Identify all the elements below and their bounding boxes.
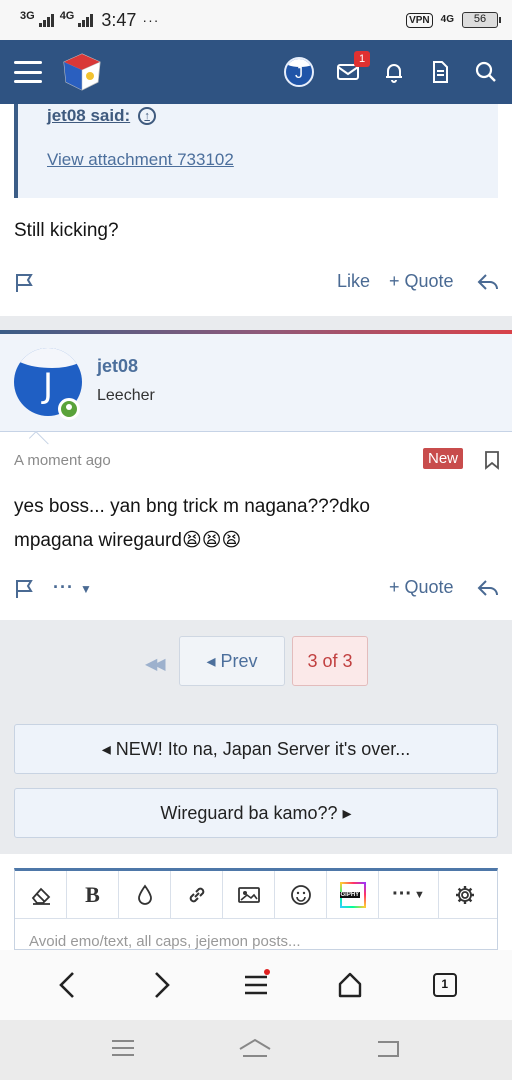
reply-area: B GIPHY ··· ▼ Avoid emo/text, all caps, …	[0, 854, 512, 950]
quote-button[interactable]: + Quote	[389, 271, 454, 292]
system-home-icon[interactable]	[237, 1037, 273, 1064]
online-status-icon	[58, 398, 80, 420]
reply-editor: B GIPHY ··· ▼ Avoid emo/text, all caps, …	[14, 868, 498, 950]
post-gap	[0, 316, 512, 330]
app-header: J 1	[0, 40, 512, 104]
thread-content[interactable]: jet08 said: ↑ View attachment 733102 Sti…	[0, 104, 512, 950]
home-icon[interactable]	[332, 967, 368, 1003]
like-button[interactable]: Like	[337, 271, 370, 292]
avatar-letter: J	[42, 366, 54, 406]
attachment-link[interactable]: View attachment 733102	[47, 150, 234, 170]
reply-icon[interactable]	[476, 576, 500, 600]
data-indicator: 4G	[440, 14, 454, 25]
smilie-icon[interactable]	[275, 870, 327, 919]
whats-new-icon[interactable]	[428, 60, 452, 84]
status-bar: 3G 4G 3:47 ··· VPN 4G 56	[0, 0, 512, 40]
clock: 3:47	[101, 9, 137, 30]
post-2-user-title: Leecher	[97, 387, 155, 404]
search-icon[interactable]	[474, 60, 498, 84]
signal-icon	[38, 13, 54, 27]
new-badge: New	[423, 448, 464, 469]
next-thread-link[interactable]: Wireguard ba kamo?? ▸	[14, 788, 498, 838]
site-logo[interactable]	[60, 50, 104, 94]
bold-button[interactable]: B	[67, 870, 119, 919]
report-icon[interactable]	[14, 272, 34, 294]
link-icon[interactable]	[171, 870, 223, 919]
browser-toolbar: 1	[0, 950, 512, 1020]
giphy-label: GIPHY	[339, 891, 361, 898]
image-icon[interactable]	[223, 870, 275, 919]
more-notifications-icon: ···	[142, 12, 160, 28]
network-type-1: 3G	[20, 10, 35, 22]
post-2-user-info: J jet08 Leecher	[0, 334, 512, 432]
battery-icon: 56	[462, 12, 501, 28]
inbox-badge: 1	[354, 51, 370, 67]
post-1: jet08 said: ↑ View attachment 733102 Sti…	[0, 104, 512, 316]
reply-icon[interactable]	[476, 270, 500, 294]
browser-menu-icon[interactable]	[238, 967, 274, 1003]
menu-notification-dot	[263, 969, 270, 975]
system-nav-bar	[0, 1020, 512, 1080]
more-options-label: ···	[53, 577, 74, 597]
giphy-icon[interactable]: GIPHY	[327, 870, 379, 919]
post-2-text-line-2: mpagana wiregaurd😫😫😫	[14, 530, 242, 551]
pagination-area: ◀◀ ◂ Prev 3 of 3 ◂ NEW! Ito na, Japan Se…	[0, 620, 512, 860]
bell-icon[interactable]	[382, 60, 406, 84]
current-page-indicator[interactable]: 3 of 3	[292, 636, 368, 686]
quote-author-link[interactable]: jet08 said: ↑	[47, 106, 157, 126]
chevron-down-icon: ▼	[414, 888, 425, 901]
post-2-actions: ··· ▼ + Quote	[0, 574, 512, 604]
first-page-icon[interactable]: ◀◀	[145, 654, 166, 674]
menu-icon[interactable]	[14, 61, 42, 83]
tabs-count: 1	[441, 977, 449, 991]
post-2-username[interactable]: jet08	[97, 356, 138, 377]
previous-thread-link[interactable]: ◂ NEW! Ito na, Japan Server it's over...	[14, 724, 498, 774]
chevron-down-icon: ▼	[80, 582, 93, 596]
vpn-indicator: VPN	[406, 12, 433, 28]
system-back-icon[interactable]	[374, 1037, 402, 1064]
text-color-icon[interactable]	[119, 870, 171, 919]
reply-input[interactable]: Avoid emo/text, all caps, jejemon posts.…	[15, 919, 497, 949]
quote-author[interactable]: jet08 said:	[47, 106, 130, 126]
account-avatar[interactable]: J	[284, 57, 314, 87]
network-type-2: 4G	[59, 10, 75, 22]
jump-to-quote-icon[interactable]: ↑	[138, 107, 157, 125]
more-tools-button[interactable]: ··· ▼	[379, 870, 439, 919]
forward-icon[interactable]	[144, 967, 180, 1003]
quote-block: jet08 said: ↑ View attachment 733102	[14, 104, 498, 198]
post-1-actions: Like + Quote	[0, 268, 512, 298]
post-2-text-line-1: yes boss... yan bng trick m nagana???dko	[14, 496, 370, 517]
eraser-icon[interactable]	[15, 870, 67, 919]
settings-icon[interactable]	[439, 871, 491, 919]
signal-icon-2	[78, 13, 94, 27]
post-2-text: yes boss... yan bng trick m nagana???dko…	[14, 490, 370, 558]
more-options-button[interactable]: ··· ▼	[53, 577, 93, 598]
bookmark-icon[interactable]	[484, 450, 500, 470]
post-2-timestamp[interactable]: A moment ago	[14, 452, 111, 469]
back-icon[interactable]	[49, 967, 85, 1003]
tabs-icon[interactable]: 1	[427, 967, 463, 1003]
post-1-text: Still kicking?	[14, 220, 119, 241]
user-strip-caret	[28, 431, 49, 451]
inbox-icon[interactable]: 1	[336, 51, 370, 84]
quote-button-2[interactable]: + Quote	[389, 577, 454, 598]
editor-toolbar: B GIPHY ··· ▼	[15, 870, 497, 919]
recents-icon[interactable]	[110, 1038, 136, 1063]
more-tools-label: ···	[392, 883, 413, 905]
report-icon[interactable]	[14, 578, 34, 600]
prev-page-button[interactable]: ◂ Prev	[179, 636, 285, 686]
post-2: J jet08 Leecher A moment ago New yes bos…	[0, 334, 512, 620]
